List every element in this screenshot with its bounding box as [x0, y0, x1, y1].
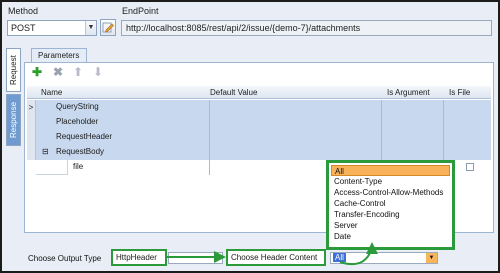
annotation-arrows: [167, 242, 378, 266]
arrow-up-icon: [339, 242, 378, 266]
